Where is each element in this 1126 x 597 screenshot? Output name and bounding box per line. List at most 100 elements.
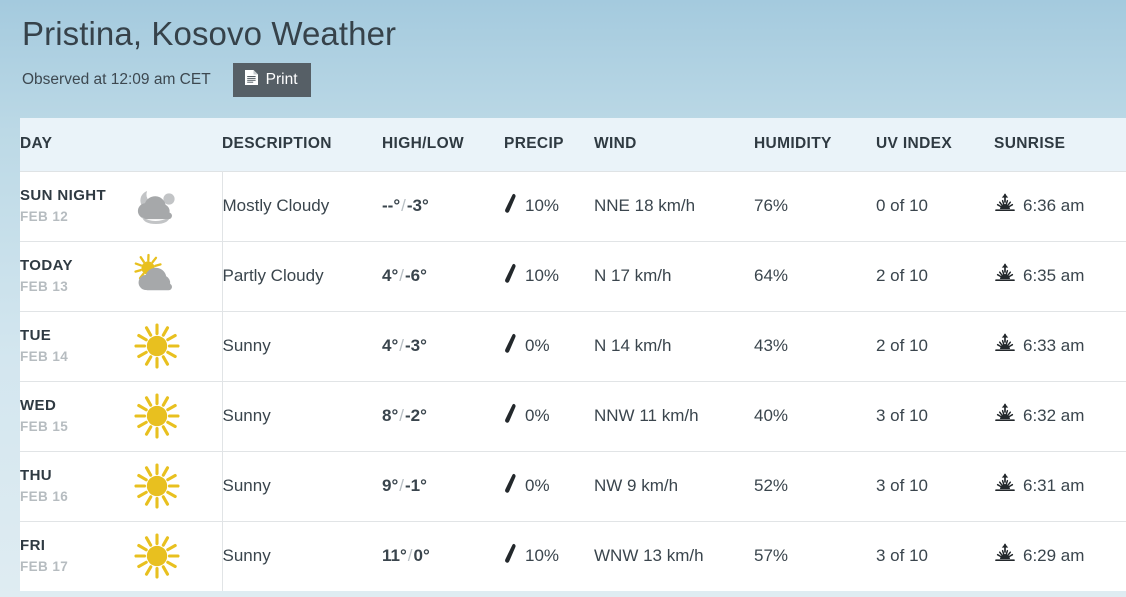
sunrise-cell: 6:29 am xyxy=(994,520,1126,591)
forecast-table: DAY DESCRIPTION HIGH/LOW PRECIP WIND HUM… xyxy=(20,118,1126,591)
humidity-cell: 64% xyxy=(754,240,876,311)
column-header-humidity: HUMIDITY xyxy=(754,118,876,171)
day-cell: THU FEB 16 xyxy=(20,450,223,521)
sun-icon xyxy=(128,392,186,440)
description-cell: Mostly Cloudy xyxy=(222,170,382,241)
day-name: TODAY xyxy=(20,257,73,274)
sunrise-icon xyxy=(994,543,1016,570)
highlow-cell: 4°/-6° xyxy=(382,240,504,311)
sunrise-value: 6:32 am xyxy=(1023,406,1085,425)
sunrise-icon xyxy=(994,263,1016,290)
header-subrow: Observed at 12:09 am CET Print xyxy=(22,63,1126,97)
sun-icon xyxy=(128,532,186,580)
table-row[interactable]: THU FEB 16 Sunny 9°/-1° 0% NW 9 km/h 52%… xyxy=(20,450,1126,521)
column-header-wind: WIND xyxy=(594,118,754,171)
day-cell: FRI FEB 17 xyxy=(20,520,223,591)
raindrop-icon xyxy=(504,263,518,289)
day-name: WED xyxy=(20,397,57,414)
page-header: Pristina, Kosovo Weather Observed at 12:… xyxy=(0,0,1126,97)
cloud-moon-icon xyxy=(128,182,186,230)
humidity-cell: 57% xyxy=(754,520,876,591)
low-temp: -6 xyxy=(405,266,421,285)
table-body: SUN NIGHT FEB 12 Mostly Cloudy --°/-3° 1… xyxy=(20,170,1126,591)
page-title: Pristina, Kosovo Weather xyxy=(22,15,397,52)
day-date: FEB 17 xyxy=(20,559,69,575)
high-temp: -- xyxy=(382,196,394,215)
precip-value: 0% xyxy=(525,476,550,495)
description-cell: Partly Cloudy xyxy=(222,240,382,311)
precip-cell: 0% xyxy=(504,380,594,451)
humidity-cell: 43% xyxy=(754,310,876,381)
wind-cell: NW 9 km/h xyxy=(594,450,754,521)
table-header-row: DAY DESCRIPTION HIGH/LOW PRECIP WIND HUM… xyxy=(20,118,1126,171)
sunrise-value: 6:31 am xyxy=(1023,476,1085,495)
sun-icon xyxy=(128,462,186,510)
highlow-cell: 9°/-1° xyxy=(382,450,504,521)
precip-value: 10% xyxy=(525,196,560,215)
table-row[interactable]: FRI FEB 17 Sunny 11°/0° 10% WNW 13 km/h … xyxy=(20,520,1126,591)
column-header-day: DAY xyxy=(20,118,222,171)
sunrise-value: 6:29 am xyxy=(1023,546,1085,566)
precip-cell: 0% xyxy=(504,450,594,521)
sun-cloud-icon xyxy=(128,252,186,300)
column-header-precip: PRECIP xyxy=(504,118,594,171)
sunrise-cell: 6:32 am xyxy=(994,380,1126,451)
observed-time: Observed at 12:09 am CET xyxy=(22,71,211,88)
wind-cell: N 17 km/h xyxy=(594,240,754,311)
uv-index-cell: 3 of 10 xyxy=(876,520,994,591)
low-temp: 0 xyxy=(413,546,423,566)
day-name: FRI xyxy=(20,537,46,555)
day-cell: SUN NIGHT FEB 12 xyxy=(20,170,223,241)
wind-cell: WNW 13 km/h xyxy=(594,520,754,591)
column-header-uv-index: UV INDEX xyxy=(876,118,994,171)
uv-index-cell: 2 of 10 xyxy=(876,310,994,381)
sunrise-icon xyxy=(994,333,1016,360)
table-row[interactable]: WED FEB 15 Sunny 8°/-2° 0% NNW 11 km/h 4… xyxy=(20,380,1126,451)
highlow-cell: 8°/-2° xyxy=(382,380,504,451)
raindrop-icon xyxy=(504,473,518,499)
table-row[interactable]: SUN NIGHT FEB 12 Mostly Cloudy --°/-3° 1… xyxy=(20,170,1126,241)
sunrise-cell: 6:35 am xyxy=(994,240,1126,311)
description-cell: Sunny xyxy=(222,310,382,381)
description-cell: Sunny xyxy=(222,520,382,591)
sunrise-icon xyxy=(994,403,1016,430)
precip-cell: 10% xyxy=(504,240,594,311)
sunrise-value: 6:33 am xyxy=(1023,336,1085,355)
raindrop-icon xyxy=(504,333,518,359)
day-date: FEB 16 xyxy=(20,489,69,504)
sunrise-icon xyxy=(994,473,1016,500)
print-button[interactable]: Print xyxy=(232,63,311,97)
document-icon xyxy=(244,69,259,91)
precip-cell: 0% xyxy=(504,310,594,381)
sunrise-value: 6:35 am xyxy=(1023,266,1085,285)
low-temp: -3 xyxy=(406,196,422,215)
day-date: FEB 12 xyxy=(20,209,69,224)
day-date: FEB 15 xyxy=(20,419,69,434)
table-row[interactable]: TUE FEB 14 Sunny 4°/-3° 0% N 14 km/h 43%… xyxy=(20,310,1126,381)
sunrise-value: 6:36 am xyxy=(1023,196,1085,215)
precip-value: 10% xyxy=(525,546,560,566)
precip-value: 10% xyxy=(525,266,560,285)
column-header-sunrise: SUNRISE xyxy=(994,118,1126,171)
day-date: FEB 13 xyxy=(20,279,69,294)
raindrop-icon xyxy=(504,193,518,219)
uv-index-cell: 0 of 10 xyxy=(876,170,994,241)
column-header-highlow: HIGH/LOW xyxy=(382,118,504,171)
day-cell: WED FEB 15 xyxy=(20,380,223,451)
sunrise-cell: 6:31 am xyxy=(994,450,1126,521)
raindrop-icon xyxy=(504,403,518,429)
precip-value: 0% xyxy=(525,336,550,355)
raindrop-icon xyxy=(504,543,518,569)
day-date: FEB 14 xyxy=(20,349,69,364)
description-cell: Sunny xyxy=(222,450,382,521)
table-head: DAY DESCRIPTION HIGH/LOW PRECIP WIND HUM… xyxy=(20,118,1126,171)
table-row[interactable]: TODAY FEB 13 Partly Cloudy 4°/-6° 10% N … xyxy=(20,240,1126,311)
wind-cell: NNW 11 km/h xyxy=(594,380,754,451)
wind-cell: N 14 km/h xyxy=(594,310,754,381)
highlow-cell: 11°/0° xyxy=(382,520,504,591)
low-temp: -1 xyxy=(405,476,421,495)
precip-value: 0% xyxy=(525,406,550,425)
weather-page: Pristina, Kosovo Weather Observed at 12:… xyxy=(0,0,1126,597)
day-name: THU xyxy=(20,467,53,484)
sunrise-cell: 6:36 am xyxy=(994,170,1126,241)
